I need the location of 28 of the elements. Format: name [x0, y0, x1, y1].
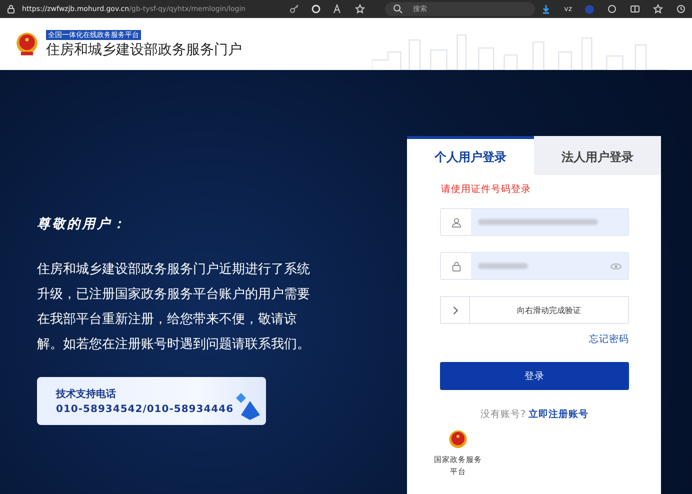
history-icon[interactable] — [676, 4, 686, 14]
site-title: 住房和城乡建设部政务服务门户 — [46, 40, 242, 58]
forgot-password-link[interactable]: 忘记密码 — [589, 333, 629, 346]
split-screen-icon[interactable] — [630, 4, 640, 14]
no-account-text: 没有账号? — [480, 408, 526, 421]
emblem-icon — [14, 31, 40, 57]
slide-verification[interactable]: 向右滑动完成验证 — [440, 296, 629, 324]
star-icon[interactable] — [354, 4, 365, 14]
lock-icon — [450, 260, 462, 272]
notice-text: 住房和城乡建设部政务服务门户近期进行了系统升级，已注册国家政务服务平台账户的用户需要在我部平台重新注册，给您带来不便，敬请谅解。如若您在注册账号时遇到问题请联系我们。 — [37, 261, 311, 354]
favorites-icon[interactable] — [653, 4, 663, 14]
username-field[interactable] — [440, 208, 629, 236]
read-aloud-icon[interactable] — [332, 4, 343, 14]
blurred-value — [478, 263, 528, 269]
download-icon[interactable] — [541, 4, 552, 14]
user-icon — [450, 216, 462, 228]
support-label: 技术支持电话 — [56, 388, 117, 401]
notice-heading: 尊敬的用户： — [37, 216, 128, 233]
login-button[interactable]: 登录 — [440, 362, 629, 390]
support-phone: 010-58934542/010-58934446 — [56, 404, 235, 415]
emblem-icon — [447, 429, 469, 451]
lock-icon — [6, 4, 16, 14]
login-hint: 请使用证件号码登录 — [441, 183, 532, 196]
register-link[interactable]: 立即注册账号 — [528, 408, 589, 421]
login-tab[interactable]: 法人用户登录 — [534, 136, 661, 175]
search-icon — [392, 4, 403, 14]
password-field[interactable] — [440, 252, 629, 280]
key-icon[interactable] — [288, 4, 299, 14]
